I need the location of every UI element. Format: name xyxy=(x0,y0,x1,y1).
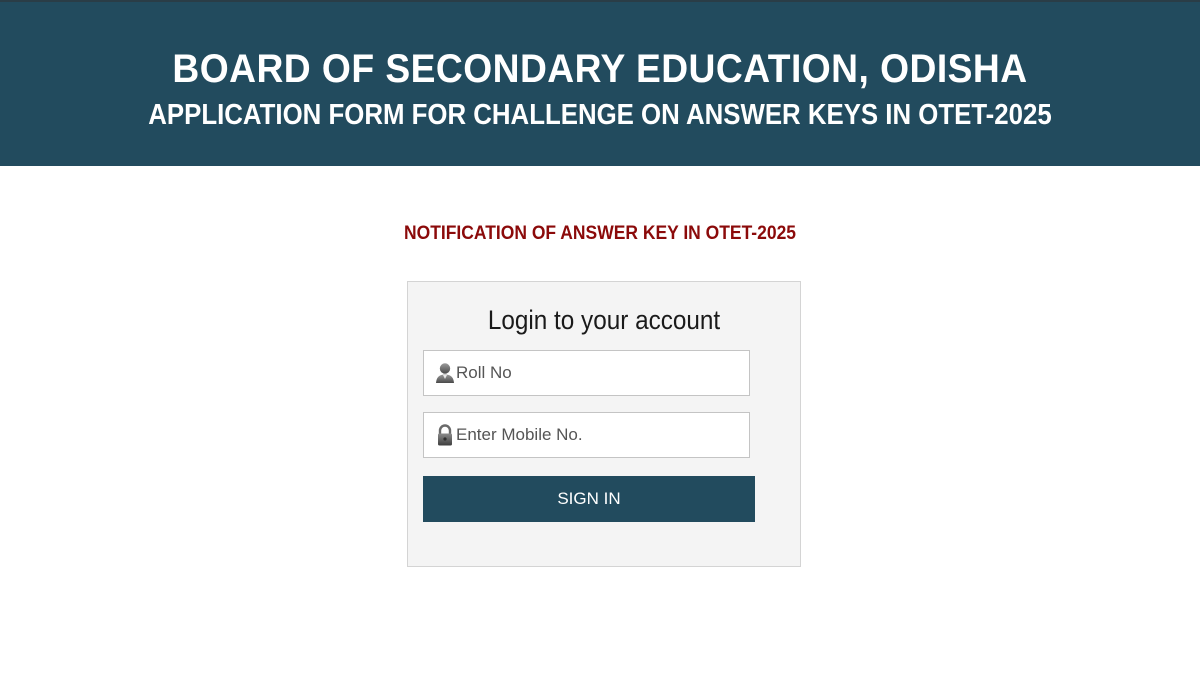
user-icon xyxy=(435,362,455,384)
login-title: Login to your account xyxy=(487,305,721,335)
roll-no-field[interactable] xyxy=(423,350,750,396)
roll-no-input[interactable] xyxy=(456,351,741,395)
mobile-input[interactable] xyxy=(456,413,741,457)
board-title: BOARD OF SECONDARY EDUCATION, ODISHA xyxy=(172,47,1028,91)
answer-key-notification-link[interactable]: NOTIFICATION OF ANSWER KEY IN OTET-2025 xyxy=(48,222,1152,246)
sign-in-button[interactable]: SIGN IN xyxy=(423,476,755,522)
mobile-field[interactable] xyxy=(423,412,750,458)
lock-icon xyxy=(435,424,455,446)
form-subtitle: APPLICATION FORM FOR CHALLENGE ON ANSWER… xyxy=(148,99,1052,131)
login-panel: Login to your account Roll No Enter Mobi… xyxy=(407,281,801,567)
page-header: BOARD OF SECONDARY EDUCATION, ODISHA APP… xyxy=(0,2,1200,166)
